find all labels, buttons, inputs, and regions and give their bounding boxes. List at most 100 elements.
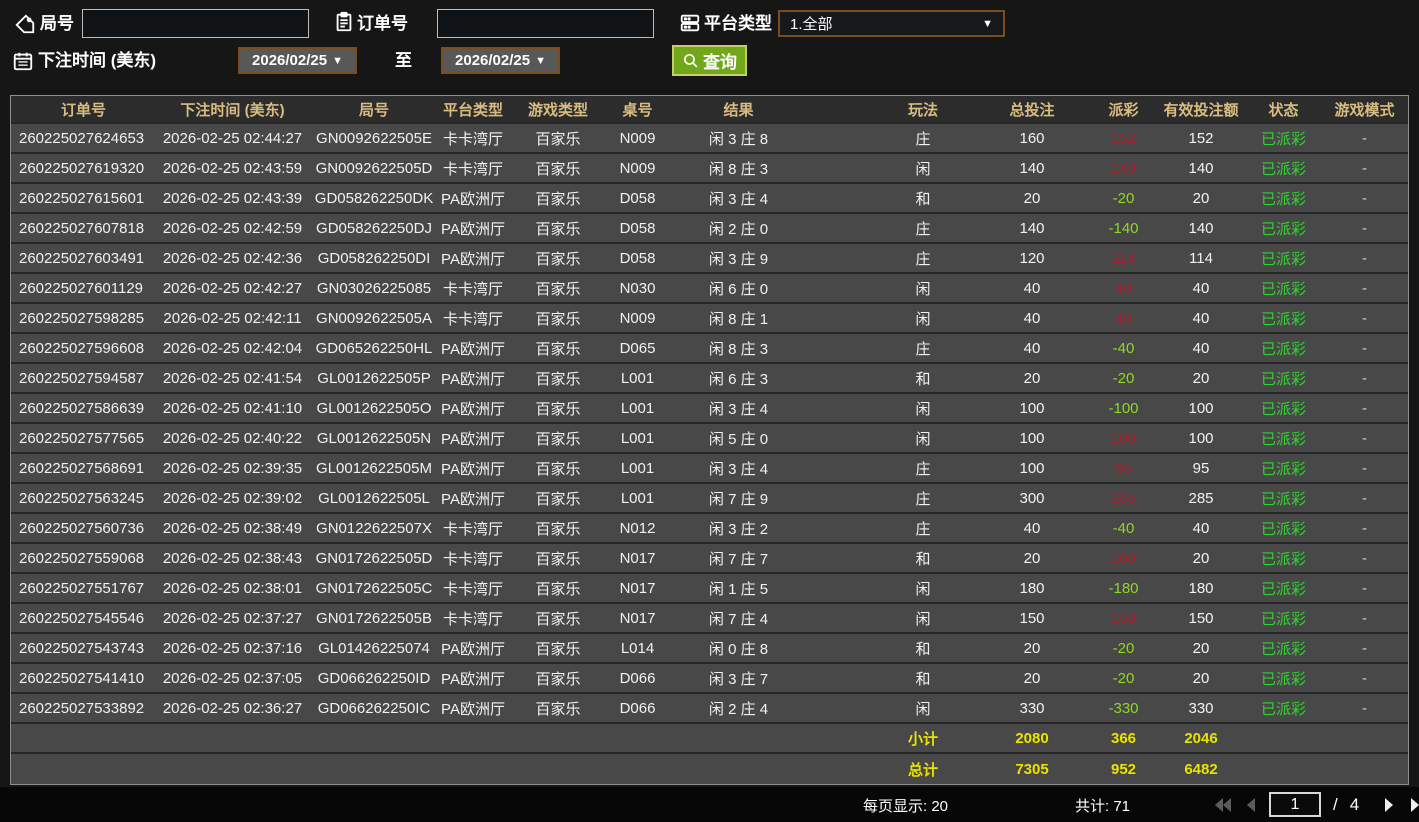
next-page-icon[interactable] bbox=[1379, 797, 1399, 813]
cell-bet-type: 庄 bbox=[915, 250, 931, 268]
cell-bet-type: 庄 bbox=[915, 340, 931, 358]
cell-game-type: 百家乐 bbox=[535, 490, 581, 508]
cell-table-no: L001 bbox=[620, 459, 655, 477]
table-row: 260225027615601 2026-02-25 02:43:39 GD05… bbox=[11, 184, 1408, 214]
cell-total-bet: 40 bbox=[1023, 339, 1041, 357]
cell-total-bet: 120 bbox=[1019, 249, 1045, 267]
cell-status: 已派彩 bbox=[1260, 160, 1306, 178]
table-row: 260225027563245 2026-02-25 02:39:02 GL00… bbox=[11, 484, 1408, 514]
cell-round-no: GN0172622505D bbox=[315, 549, 433, 567]
cell-order-no: 260225027586639 bbox=[19, 399, 145, 417]
date-to-picker[interactable]: 2026/02/25 ▼ bbox=[441, 47, 560, 74]
cell-bet-type: 闲 bbox=[915, 280, 931, 298]
total-label: 总计 bbox=[907, 761, 938, 779]
cell-total-bet: 20 bbox=[1023, 669, 1041, 687]
cell-round-no: GL0012622505L bbox=[318, 489, 430, 507]
table-row: 260225027577565 2026-02-25 02:40:22 GL00… bbox=[11, 424, 1408, 454]
total-payout: 952 bbox=[1110, 760, 1137, 778]
cell-game-mode: - bbox=[1362, 489, 1367, 507]
cell-order-no: 260225027607818 bbox=[19, 219, 145, 237]
cell-game-type: 百家乐 bbox=[535, 670, 581, 688]
cell-platform: 卡卡湾厅 bbox=[442, 130, 503, 148]
cell-total-bet: 330 bbox=[1019, 699, 1045, 717]
cell-platform: 卡卡湾厅 bbox=[442, 310, 503, 328]
cell-game-type: 百家乐 bbox=[535, 280, 581, 298]
cell-game-mode: - bbox=[1362, 399, 1367, 417]
cell-bet-time: 2026-02-25 02:38:01 bbox=[162, 579, 303, 597]
cell-game-mode: - bbox=[1362, 129, 1367, 147]
subtotal-row: 小计 2080 366 2046 bbox=[11, 724, 1408, 754]
cell-result: 闲 2 庄 4 bbox=[708, 700, 769, 718]
col-bet-type: 玩法 bbox=[907, 101, 938, 119]
cell-status: 已派彩 bbox=[1260, 280, 1306, 298]
cell-valid-bet: 20 bbox=[1192, 639, 1210, 657]
cell-table-no: N009 bbox=[619, 129, 656, 147]
chevron-down-icon: ▼ bbox=[535, 54, 546, 67]
query-button[interactable]: 查询 bbox=[672, 45, 747, 76]
round-input[interactable] bbox=[82, 9, 309, 38]
cell-valid-bet: 20 bbox=[1192, 369, 1210, 387]
cell-payout: 160 bbox=[1110, 549, 1137, 567]
date-to-value: 2026/02/25 bbox=[455, 52, 531, 69]
cell-order-no: 260225027624653 bbox=[19, 129, 145, 147]
cell-payout: 152 bbox=[1110, 129, 1137, 147]
cell-platform: 卡卡湾厅 bbox=[442, 280, 503, 298]
cell-game-mode: - bbox=[1362, 459, 1367, 477]
cell-total-bet: 180 bbox=[1019, 579, 1045, 597]
cell-game-mode: - bbox=[1362, 639, 1367, 657]
cell-table-no: D066 bbox=[619, 669, 656, 687]
cell-order-no: 260225027596608 bbox=[19, 339, 145, 357]
page-number-input[interactable] bbox=[1269, 792, 1321, 817]
cell-bet-type: 和 bbox=[915, 640, 931, 658]
cell-game-mode: - bbox=[1362, 249, 1367, 267]
chevron-down-icon: ▼ bbox=[982, 17, 993, 30]
cell-valid-bet: 95 bbox=[1192, 459, 1210, 477]
cell-status: 已派彩 bbox=[1260, 400, 1306, 418]
last-page-icon[interactable] bbox=[1409, 797, 1419, 813]
prev-page-icon[interactable] bbox=[1241, 797, 1261, 813]
cell-result: 闲 0 庄 8 bbox=[708, 640, 769, 658]
cell-game-mode: - bbox=[1362, 309, 1367, 327]
cell-valid-bet: 330 bbox=[1188, 699, 1214, 717]
first-page-icon[interactable] bbox=[1213, 797, 1233, 813]
cell-payout: -20 bbox=[1112, 669, 1135, 687]
platform-label: 平台类型 bbox=[704, 14, 772, 33]
cell-round-no: GL0012622505P bbox=[317, 369, 431, 387]
cell-table-no: N009 bbox=[619, 309, 656, 327]
cell-game-type: 百家乐 bbox=[535, 370, 581, 388]
cell-round-no: GL0012622505N bbox=[316, 429, 432, 447]
cell-table-no: L001 bbox=[620, 489, 655, 507]
cell-total-bet: 100 bbox=[1019, 459, 1045, 477]
cell-game-mode: - bbox=[1362, 549, 1367, 567]
cell-bet-time: 2026-02-25 02:36:27 bbox=[162, 699, 303, 717]
cell-game-mode: - bbox=[1362, 219, 1367, 237]
cell-payout: 140 bbox=[1110, 159, 1137, 177]
order-input[interactable] bbox=[437, 9, 654, 38]
cell-game-type: 百家乐 bbox=[535, 520, 581, 538]
col-platform: 平台类型 bbox=[442, 101, 503, 119]
cell-table-no: N009 bbox=[619, 159, 656, 177]
cell-valid-bet: 140 bbox=[1188, 159, 1214, 177]
cell-game-type: 百家乐 bbox=[535, 160, 581, 178]
cell-bet-type: 闲 bbox=[915, 310, 931, 328]
cell-game-type: 百家乐 bbox=[535, 340, 581, 358]
cell-game-type: 百家乐 bbox=[535, 250, 581, 268]
col-game: 游戏类型 bbox=[527, 101, 588, 119]
platform-select[interactable]: 1.全部 ▼ bbox=[778, 10, 1005, 37]
cell-result: 闲 6 庄 3 bbox=[708, 370, 769, 388]
cell-game-mode: - bbox=[1362, 579, 1367, 597]
cell-bet-type: 和 bbox=[915, 670, 931, 688]
date-from-picker[interactable]: 2026/02/25 ▼ bbox=[238, 47, 357, 74]
cell-bet-type: 庄 bbox=[915, 130, 931, 148]
per-page-text: 每页显示: 20 bbox=[863, 798, 949, 815]
cell-bet-time: 2026-02-25 02:41:10 bbox=[162, 399, 303, 417]
cell-round-no: GL01426225074 bbox=[318, 639, 430, 657]
cell-status: 已派彩 bbox=[1260, 340, 1306, 358]
table-row: 260225027559068 2026-02-25 02:38:43 GN01… bbox=[11, 544, 1408, 574]
cell-bet-type: 闲 bbox=[915, 430, 931, 448]
cell-table-no: L001 bbox=[620, 429, 655, 447]
cell-game-mode: - bbox=[1362, 159, 1367, 177]
cell-payout: -100 bbox=[1108, 399, 1139, 417]
cell-valid-bet: 100 bbox=[1188, 429, 1214, 447]
total-valid: 6482 bbox=[1184, 760, 1218, 778]
